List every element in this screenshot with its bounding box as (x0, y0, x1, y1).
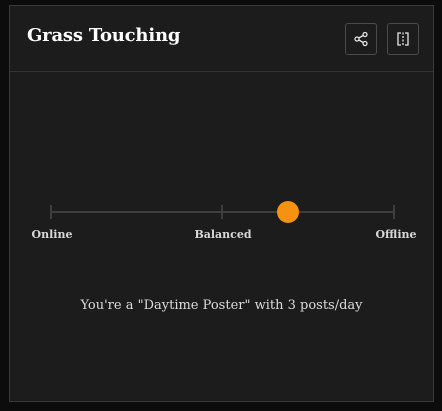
split-view-button[interactable] (387, 23, 419, 55)
slider-label-online: Online (31, 228, 73, 241)
online-offline-slider-track[interactable] (50, 201, 395, 223)
grass-touching-card: Grass Touching Online Balanced Offline Y… (9, 5, 434, 402)
split-view-icon (395, 31, 411, 47)
share-icon (353, 31, 369, 47)
slider-tick-offline (393, 205, 395, 219)
share-button[interactable] (345, 23, 377, 55)
slider-knob[interactable] (277, 201, 300, 223)
slider-tick-balanced (221, 205, 223, 219)
slider-label-balanced: Balanced (194, 228, 252, 241)
card-title: Grass Touching (27, 25, 181, 46)
slider-tick-online (50, 205, 52, 219)
slider-label-offline: Offline (375, 228, 417, 241)
poster-summary-text: You're a "Daytime Poster" with 3 posts/d… (80, 298, 363, 313)
card-header: Grass Touching (10, 6, 433, 72)
